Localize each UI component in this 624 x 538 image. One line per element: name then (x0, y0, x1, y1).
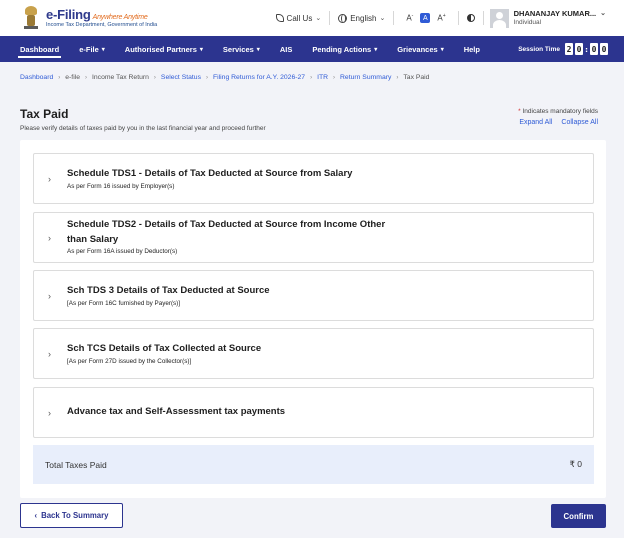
nav-services[interactable]: Services ▾ (213, 36, 270, 62)
chevron-right-icon: › (48, 232, 51, 243)
logo-title: e-Filing Anywhere Anytime (46, 6, 148, 22)
accordion-sch-tcs[interactable]: › Sch TCS Details of Tax Collected at So… (33, 328, 594, 379)
total-taxes-paid-row: Total Taxes Paid ₹ 0 (33, 445, 594, 484)
nav-dashboard[interactable]: Dashboard (10, 36, 69, 62)
chevron-right-icon: › (310, 74, 313, 81)
timer-digit: 0 (600, 43, 608, 55)
breadcrumb-dashboard[interactable]: Dashboard (20, 74, 53, 81)
chevron-right-icon: › (153, 74, 156, 81)
chevron-right-icon: › (48, 348, 51, 359)
mandatory-note: * Indicates mandatory fields (518, 108, 598, 115)
chevron-down-icon: ⌄ (315, 15, 322, 22)
user-menu[interactable]: DHANANJAY KUMAR... ⌄ Individual (514, 9, 606, 27)
chevron-right-icon: › (85, 74, 87, 81)
nav-authorised-partners[interactable]: Authorised Partners ▾ (115, 36, 213, 62)
chevron-right-icon: › (48, 407, 51, 418)
accordion-subtitle: [As per Form 16C furnished by Payer(s)] (67, 300, 181, 307)
back-button-label: Back To Summary (41, 511, 109, 520)
logo-subtitle: Income Tax Department, Government of Ind… (46, 21, 158, 28)
chevron-right-icon: › (333, 74, 336, 81)
top-header: e-Filing Anywhere Anytime Income Tax Depa… (0, 0, 624, 36)
nav-grievances[interactable]: Grievances ▾ (387, 36, 453, 62)
accordion-advance-tax[interactable]: › Advance tax and Self-Assessment tax pa… (33, 387, 594, 438)
accordion-title: Advance tax and Self-Assessment tax paym… (67, 406, 286, 417)
expand-all-link[interactable]: Expand All (519, 119, 552, 126)
session-timer: Session Time 2 0 : 0 0 (518, 36, 608, 62)
chevron-down-icon: ▾ (440, 46, 444, 53)
timer-separator: : (584, 44, 589, 54)
logo-tagline: Anywhere Anytime (92, 13, 148, 21)
contrast-toggle[interactable] (459, 11, 484, 25)
chevron-right-icon: › (48, 290, 51, 301)
accordion-subtitle: As per Form 16 issued by Employer(s) (67, 183, 175, 190)
chevron-right-icon: › (396, 74, 399, 81)
national-emblem-icon (22, 6, 40, 30)
font-decrease-button[interactable]: A- (402, 13, 417, 23)
breadcrumb: Dashboard › e-file › Income Tax Return ›… (20, 74, 429, 81)
user-role: Individual (513, 18, 542, 26)
accordion-title: Sch TCS Details of Tax Collected at Sour… (67, 343, 262, 354)
nav-pending-actions[interactable]: Pending Actions ▾ (302, 36, 387, 62)
accordion-subtitle: As per Form 16A issued by Deductor(s) (67, 248, 178, 255)
accordion-title: Schedule TDS1 - Details of Tax Deducted … (67, 168, 353, 179)
back-to-summary-button[interactable]: ‹ Back To Summary (20, 503, 123, 528)
breadcrumb-tax-paid: Tax Paid (403, 74, 430, 81)
timer-digit: 0 (590, 43, 598, 55)
page-subtitle: Please verify details of taxes paid by y… (20, 125, 266, 132)
total-label: Total Taxes Paid (45, 459, 107, 470)
accordion-schedule-tds2[interactable]: › Schedule TDS2 - Details of Tax Deducte… (33, 212, 594, 263)
breadcrumb-efile: e-file (65, 74, 80, 81)
chevron-right-icon: › (48, 173, 51, 184)
accordion-sch-tds3[interactable]: › Sch TDS 3 Details of Tax Deducted at S… (33, 270, 594, 321)
language-label: English (350, 13, 377, 23)
nav-help[interactable]: Help (454, 36, 490, 62)
nav-ais[interactable]: AIS (270, 36, 303, 62)
contrast-icon (466, 14, 475, 22)
expand-collapse-controls: Expand All Collapse All (519, 119, 598, 126)
total-value: ₹ 0 (569, 459, 583, 469)
efiling-logo[interactable]: e-Filing Anywhere Anytime Income Tax Depa… (22, 6, 157, 30)
timer-digit: 2 (565, 43, 573, 55)
font-normal-button[interactable]: A (420, 13, 431, 23)
confirm-button[interactable]: Confirm (551, 504, 606, 528)
user-name: DHANANJAY KUMAR... (513, 8, 597, 18)
chevron-right-icon: › (58, 74, 61, 81)
chevron-down-icon: ▾ (199, 46, 203, 53)
chevron-down-icon: ▾ (256, 46, 260, 53)
chevron-down-icon: ⌄ (600, 10, 606, 18)
breadcrumb-itr[interactable]: ITR (317, 74, 328, 81)
phone-icon (275, 14, 284, 22)
font-increase-button[interactable]: A+ (433, 13, 449, 23)
call-us-menu[interactable]: Call Us ⌄ (268, 11, 331, 25)
accordion-schedule-tds1[interactable]: › Schedule TDS1 - Details of Tax Deducte… (33, 153, 594, 204)
main-nav: Dashboard e-File ▾ Authorised Partners ▾ S… (0, 36, 624, 62)
accordion-title: Sch TDS 3 Details of Tax Deducted at Sou… (67, 285, 270, 296)
tax-paid-card: › Schedule TDS1 - Details of Tax Deducte… (20, 140, 606, 498)
nav-efile[interactable]: e-File ▾ (69, 36, 115, 62)
collapse-all-link[interactable]: Collapse All (561, 119, 598, 126)
accordion-subtitle: [As per Form 27D issued by the Collector… (67, 358, 192, 365)
chevron-left-icon: ‹ (34, 511, 38, 520)
chevron-down-icon: ▾ (374, 46, 378, 53)
call-us-label: Call Us (286, 13, 313, 23)
session-label: Session Time (518, 45, 560, 53)
chevron-down-icon: ▾ (101, 46, 105, 53)
breadcrumb-filing-returns[interactable]: Filing Returns for A.Y. 2026-27 (213, 74, 305, 81)
avatar[interactable] (489, 8, 509, 28)
timer-digit: 0 (575, 43, 583, 55)
accordion-title: Schedule TDS2 - Details of Tax Deducted … (67, 219, 386, 245)
chevron-right-icon: › (205, 74, 208, 81)
globe-icon (338, 13, 348, 23)
chevron-down-icon: ⌄ (379, 15, 386, 22)
breadcrumb-select-status[interactable]: Select Status (161, 74, 201, 81)
language-select[interactable]: English ⌄ (330, 11, 395, 25)
page-title: Tax Paid (20, 107, 69, 121)
breadcrumb-income-tax-return: Income Tax Return (92, 74, 149, 81)
font-size-controls: A- A A+ (394, 11, 459, 25)
breadcrumb-return-summary[interactable]: Return Summary (340, 74, 391, 81)
